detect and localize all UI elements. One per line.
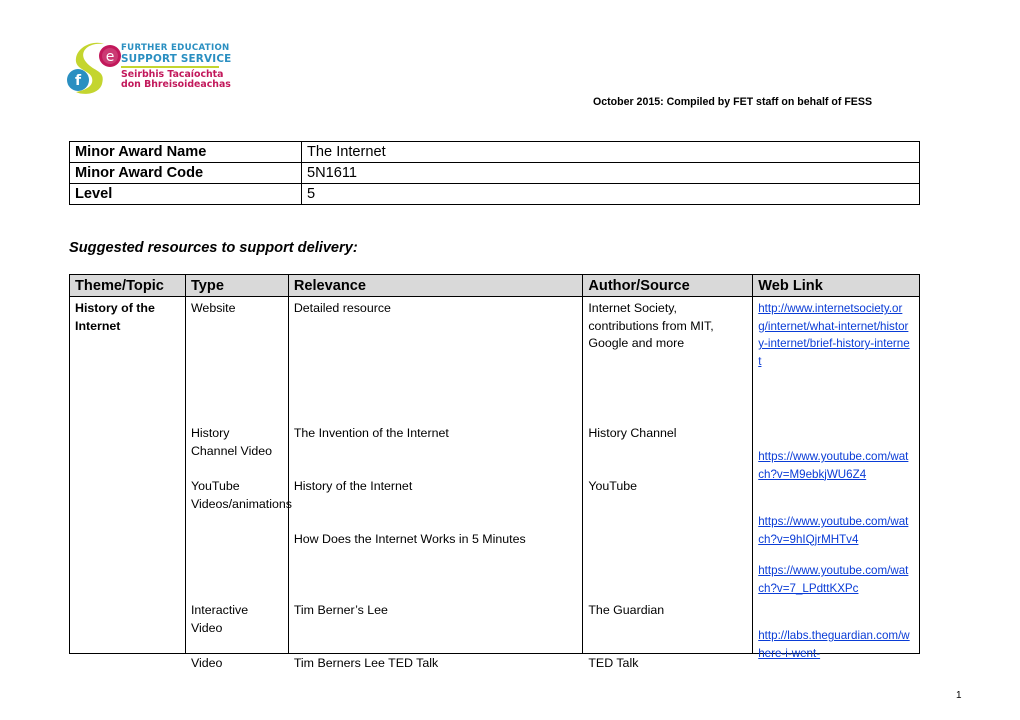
type-text: Interactive Video — [190, 603, 249, 635]
type-cell: Website History Channel Video YouTube Vi… — [184, 296, 292, 670]
col-header-relevance: Relevance — [287, 274, 584, 297]
fess-logo-text: FURTHER EDUCATION SUPPORT SERVICE Seirbh… — [121, 44, 231, 90]
type-text: Website — [190, 301, 236, 315]
award-table: Minor Award Name The Internet Minor Awar… — [69, 141, 920, 205]
author-text: YouTube — [588, 479, 638, 493]
col-header-theme: Theme/Topic — [69, 274, 186, 297]
web-link[interactable]: http://www.internetsociety.org/internet/… — [758, 302, 909, 368]
web-link[interactable]: https://www.youtube.com/watch?v=7_LPdttK… — [758, 564, 908, 595]
table-row: History of the Internet Website History … — [69, 296, 920, 670]
col-header-author: Author/Source — [582, 274, 754, 297]
award-value: 5N1611 — [301, 162, 920, 184]
type-text: History Channel Video — [190, 426, 273, 458]
award-label: Minor Award Name — [69, 141, 302, 163]
compiled-note: October 2015: Compiled by FET staff on b… — [593, 96, 873, 108]
relevance-cell: Detailed resource The Invention of the I… — [287, 296, 584, 670]
logo-divider — [121, 66, 219, 68]
relevance-text: The Invention of the Internet — [293, 426, 449, 440]
svg-text:f: f — [75, 73, 82, 89]
award-label: Minor Award Code — [69, 162, 302, 184]
award-row-name: Minor Award Name The Internet — [69, 141, 920, 163]
author-text: History Channel — [588, 426, 677, 440]
author-text: TED Talk — [588, 656, 639, 670]
award-value: The Internet — [301, 141, 920, 163]
relevance-text: History of the Internet — [293, 479, 413, 493]
logo-line-4: don Bhreisoideachas — [121, 79, 231, 90]
relevance-text: Tim Berners Lee TED Talk — [293, 656, 439, 670]
page-number: 1 — [956, 690, 962, 701]
logo-line-1: FURTHER EDUCATION — [121, 43, 230, 53]
type-text: YouTube Videos/animations — [190, 479, 292, 511]
award-value: 5 — [301, 183, 920, 205]
web-link[interactable]: http://labs.theguardian.com/where-i-went… — [758, 629, 909, 660]
web-link[interactable]: https://www.youtube.com/watch?v=M9ebkjWU… — [758, 450, 908, 481]
award-label: Level — [69, 183, 302, 205]
col-header-type: Type — [184, 274, 289, 297]
award-row-code: Minor Award Code 5N1611 — [69, 162, 920, 184]
type-text: Video — [190, 656, 223, 670]
relevance-text: Detailed resource — [293, 301, 391, 315]
author-text: The Guardian — [588, 603, 665, 617]
web-link[interactable]: https://www.youtube.com/watch?v=9hIQjrMH… — [758, 515, 908, 546]
relevance-text: How Does the Internet Works in 5 Minutes — [293, 532, 526, 546]
theme-cell: History of the Internet — [69, 296, 186, 654]
author-cell: Internet Society, contributions from MIT… — [582, 296, 754, 670]
weblink-cell: http://www.internetsociety.org/internet/… — [752, 296, 920, 660]
theme-topic: History of the Internet — [75, 301, 155, 333]
fess-logo-mark: e f — [67, 42, 121, 94]
col-header-weblink: Web Link — [752, 274, 920, 297]
section-subtitle: Suggested resources to support delivery: — [69, 240, 358, 256]
award-row-level: Level 5 — [69, 183, 920, 205]
resources-table: Theme/Topic Type Relevance Author/Source… — [69, 274, 920, 670]
logo-line-2: SUPPORT SERVICE — [121, 52, 232, 65]
relevance-text: Tim Berner’s Lee — [293, 603, 388, 617]
svg-text:e: e — [106, 49, 115, 65]
resources-header-row: Theme/Topic Type Relevance Author/Source… — [69, 274, 920, 297]
author-text: Internet Society, contributions from MIT… — [588, 301, 714, 350]
